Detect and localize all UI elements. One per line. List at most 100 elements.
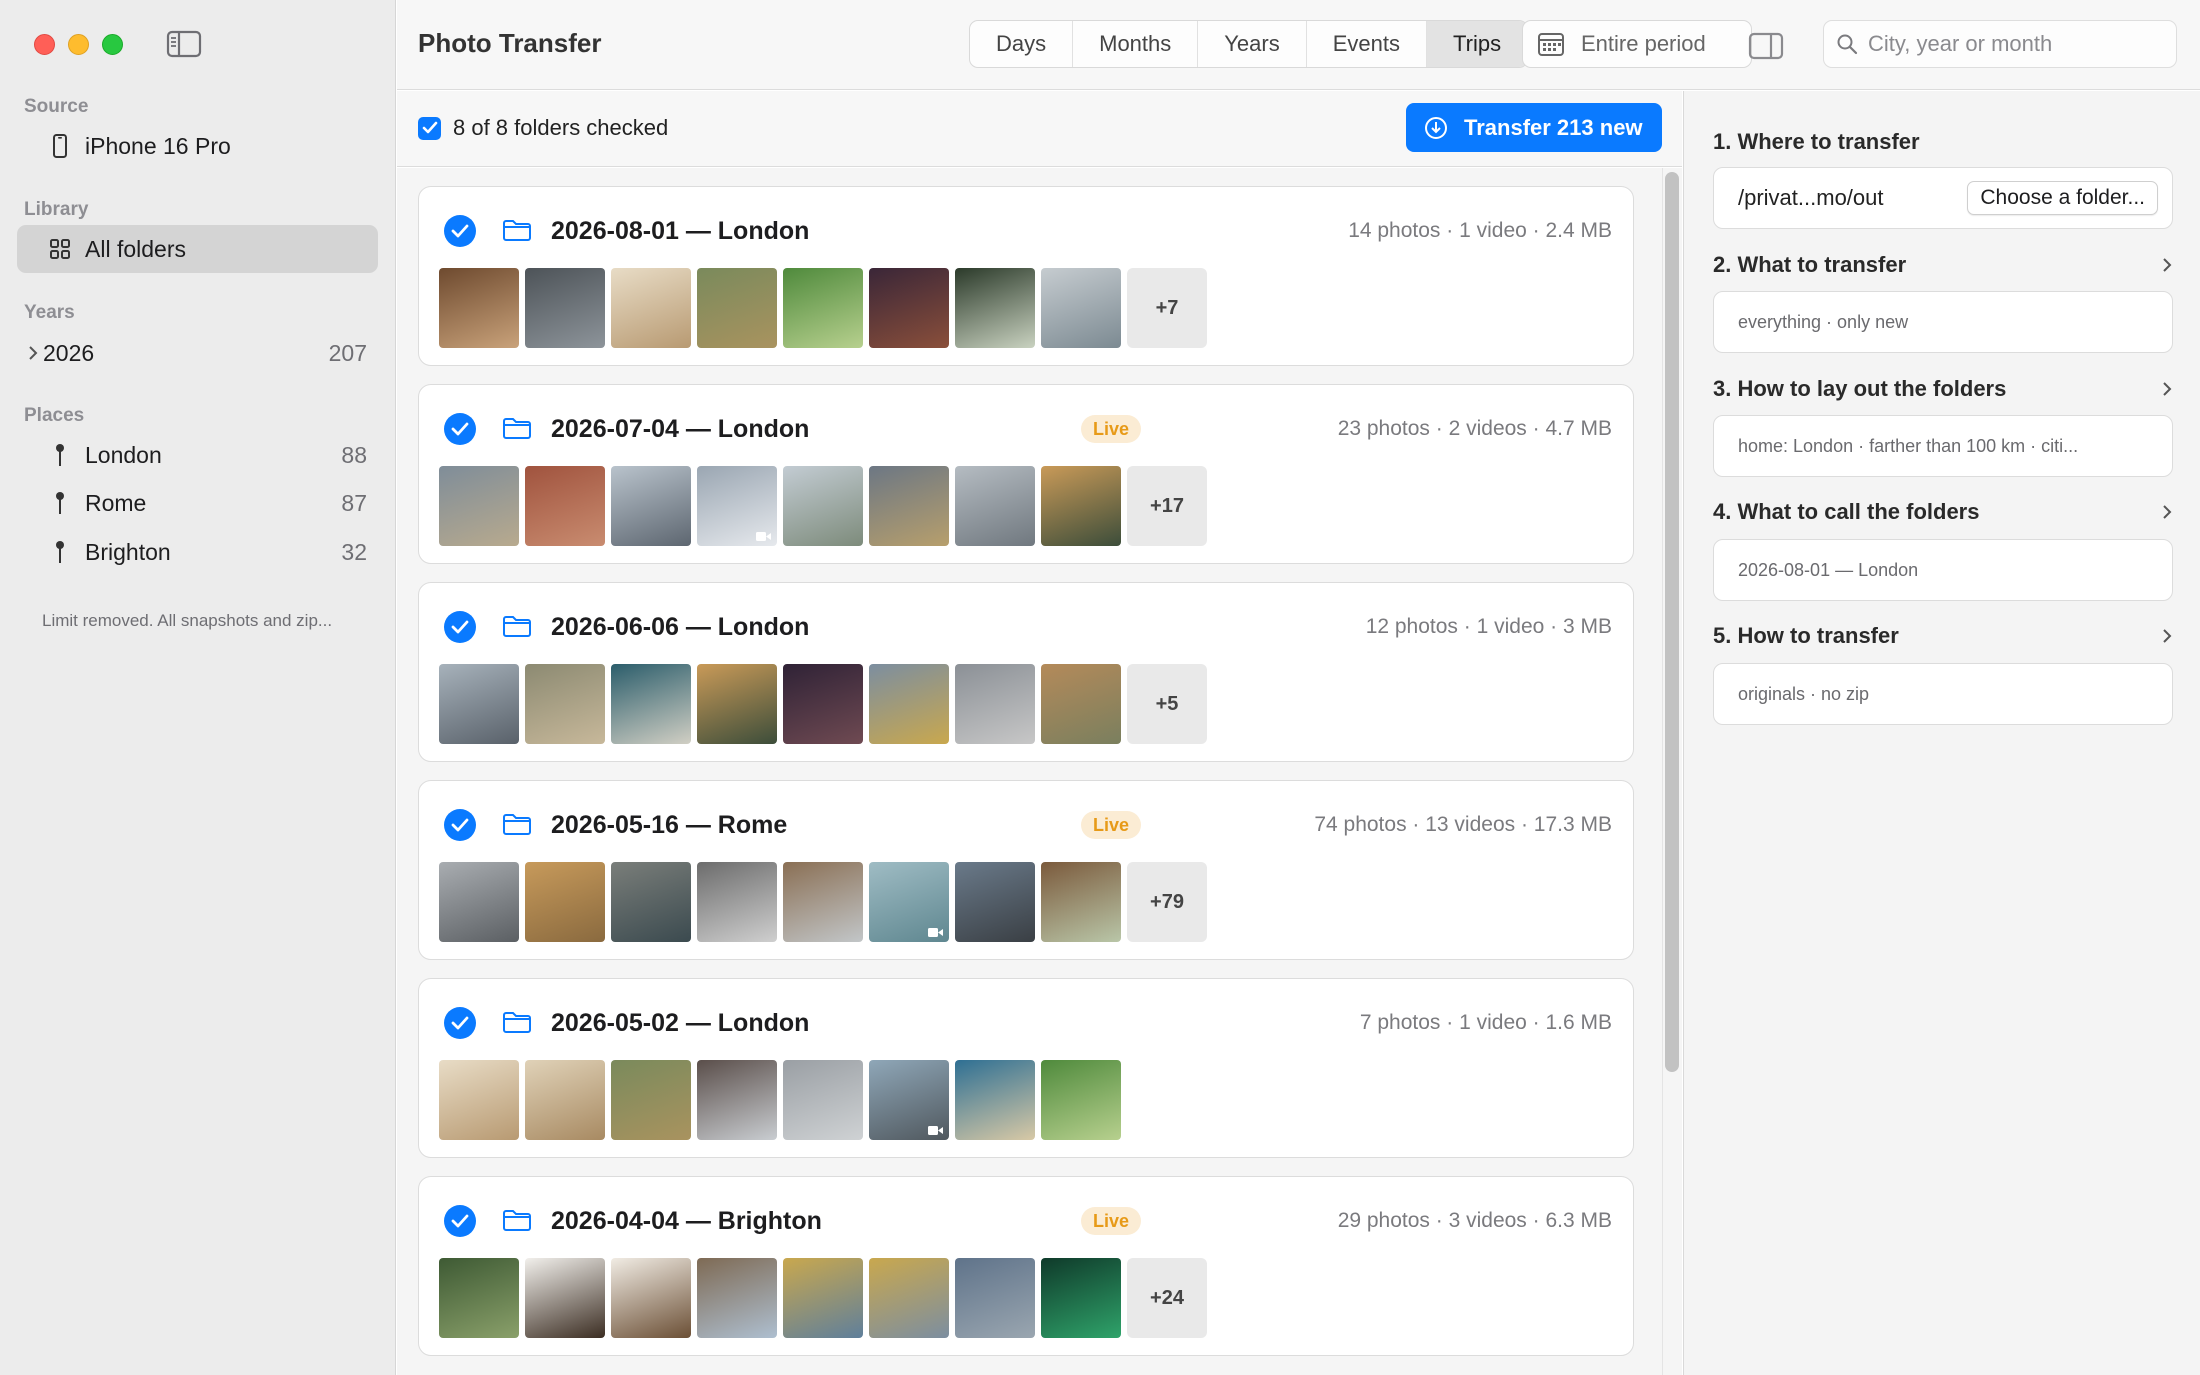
photo-thumbnail[interactable] [697, 1060, 777, 1140]
sidebar-toggle-icon[interactable] [166, 30, 202, 58]
close-window-button[interactable] [34, 34, 55, 55]
photo-thumbnail[interactable] [1041, 466, 1121, 546]
chevron-right-icon[interactable] [2161, 627, 2173, 645]
photo-thumbnail[interactable] [955, 466, 1035, 546]
checkmark-circle-icon[interactable] [444, 1007, 476, 1039]
more-photos-tile[interactable]: +79 [1127, 862, 1207, 942]
photo-thumbnail[interactable] [697, 268, 777, 348]
photo-thumbnail[interactable] [439, 466, 519, 546]
step-4-heading[interactable]: 4. What to call the folders [1713, 499, 2173, 525]
folder-card[interactable]: 2026-05-16 — Rome Live 74 photos · 13 vi… [418, 780, 1634, 960]
photo-thumbnail[interactable] [955, 862, 1035, 942]
checkmark-circle-icon[interactable] [444, 215, 476, 247]
photo-thumbnail[interactable] [955, 1060, 1035, 1140]
photo-thumbnail[interactable] [611, 1060, 691, 1140]
step-2-value-box[interactable]: everything · only new [1713, 291, 2173, 353]
tab-days[interactable]: Days [970, 21, 1074, 67]
sidebar-item-year-2026[interactable]: 2026 207 [17, 329, 378, 377]
folder-card[interactable]: 2026-08-01 — London 14 photos · 1 video … [418, 186, 1634, 366]
sidebar-item-place-london[interactable]: London 88 [17, 431, 378, 479]
step-3-value-box[interactable]: home: London · farther than 100 km · cit… [1713, 415, 2173, 477]
photo-thumbnail[interactable] [783, 1060, 863, 1140]
zoom-window-button[interactable] [102, 34, 123, 55]
photo-thumbnail[interactable] [611, 268, 691, 348]
checkmark-circle-icon[interactable] [444, 413, 476, 445]
chevron-right-icon[interactable] [2161, 256, 2173, 274]
folder-card[interactable]: 2026-07-04 — London Live 23 photos · 2 v… [418, 384, 1634, 564]
photo-thumbnail[interactable] [525, 1060, 605, 1140]
search-field[interactable] [1823, 20, 2177, 68]
photo-thumbnail[interactable] [869, 466, 949, 546]
photo-thumbnail[interactable] [955, 1258, 1035, 1338]
photo-thumbnail[interactable] [525, 664, 605, 744]
photo-thumbnail[interactable] [697, 466, 777, 546]
tab-years[interactable]: Years [1198, 21, 1307, 67]
chevron-right-icon[interactable] [27, 344, 39, 362]
folder-card[interactable]: 2026-04-04 — Brighton Live 29 photos · 3… [418, 1176, 1634, 1356]
transfer-button[interactable]: Transfer 213 new [1406, 103, 1662, 152]
sidebar-item-source[interactable]: iPhone 16 Pro [17, 122, 378, 170]
photo-thumbnail[interactable] [439, 862, 519, 942]
sidebar-item-place-brighton[interactable]: Brighton 32 [17, 528, 378, 576]
photo-thumbnail[interactable] [611, 1258, 691, 1338]
photo-thumbnail[interactable] [525, 268, 605, 348]
tab-events[interactable]: Events [1307, 21, 1427, 67]
checkmark-circle-icon[interactable] [444, 809, 476, 841]
search-input[interactable] [1868, 31, 2158, 57]
photo-thumbnail[interactable] [783, 268, 863, 348]
minimize-window-button[interactable] [68, 34, 89, 55]
check-all-toggle[interactable]: 8 of 8 folders checked [418, 115, 668, 141]
photo-thumbnail[interactable] [697, 1258, 777, 1338]
photo-thumbnail[interactable] [869, 862, 949, 942]
photo-thumbnail[interactable] [525, 862, 605, 942]
photo-thumbnail[interactable] [783, 1258, 863, 1338]
photo-thumbnail[interactable] [955, 268, 1035, 348]
folder-card[interactable]: 2026-05-02 — London 7 photos · 1 video ·… [418, 978, 1634, 1158]
photo-thumbnail[interactable] [783, 466, 863, 546]
photo-thumbnail[interactable] [783, 862, 863, 942]
photo-thumbnail[interactable] [1041, 862, 1121, 942]
photo-thumbnail[interactable] [955, 664, 1035, 744]
more-photos-tile[interactable]: +17 [1127, 466, 1207, 546]
choose-folder-button[interactable]: Choose a folder... [1967, 181, 2158, 215]
photo-thumbnail[interactable] [869, 268, 949, 348]
photo-thumbnail[interactable] [439, 664, 519, 744]
checkbox-checked-icon[interactable] [418, 116, 441, 140]
photo-thumbnail[interactable] [611, 862, 691, 942]
photo-thumbnail[interactable] [869, 1060, 949, 1140]
photo-thumbnail[interactable] [869, 1258, 949, 1338]
photo-thumbnail[interactable] [869, 664, 949, 744]
step-2-heading[interactable]: 2. What to transfer [1713, 252, 2173, 278]
chevron-right-icon[interactable] [2161, 380, 2173, 398]
photo-thumbnail[interactable] [525, 1258, 605, 1338]
photo-thumbnail[interactable] [1041, 1060, 1121, 1140]
sidebar-item-all-folders[interactable]: All folders [17, 225, 378, 273]
photo-thumbnail[interactable] [439, 268, 519, 348]
photo-thumbnail[interactable] [1041, 664, 1121, 744]
checkmark-circle-icon[interactable] [444, 1205, 476, 1237]
scrollbar-thumb[interactable] [1665, 172, 1679, 1072]
inspector-toggle-icon[interactable] [1747, 32, 1785, 60]
period-button[interactable]: Entire period [1522, 20, 1752, 68]
sidebar-item-place-rome[interactable]: Rome 87 [17, 479, 378, 527]
photo-thumbnail[interactable] [611, 466, 691, 546]
photo-thumbnail[interactable] [611, 664, 691, 744]
photo-thumbnail[interactable] [439, 1060, 519, 1140]
photo-thumbnail[interactable] [1041, 1258, 1121, 1338]
photo-thumbnail[interactable] [783, 664, 863, 744]
more-photos-tile[interactable]: +7 [1127, 268, 1207, 348]
tab-trips[interactable]: Trips [1427, 21, 1528, 67]
photo-thumbnail[interactable] [697, 862, 777, 942]
chevron-right-icon[interactable] [2161, 503, 2173, 521]
photo-thumbnail[interactable] [697, 664, 777, 744]
tab-months[interactable]: Months [1073, 21, 1199, 67]
more-photos-tile[interactable]: +24 [1127, 1258, 1207, 1338]
photo-thumbnail[interactable] [1041, 268, 1121, 348]
folder-card[interactable]: 2026-06-06 — London 12 photos · 1 video … [418, 582, 1634, 762]
step-3-heading[interactable]: 3. How to lay out the folders [1713, 376, 2173, 402]
photo-thumbnail[interactable] [525, 466, 605, 546]
step-4-value-box[interactable]: 2026-08-01 — London [1713, 539, 2173, 601]
step-5-value-box[interactable]: originals · no zip [1713, 663, 2173, 725]
step-5-heading[interactable]: 5. How to transfer [1713, 623, 2173, 649]
photo-thumbnail[interactable] [439, 1258, 519, 1338]
